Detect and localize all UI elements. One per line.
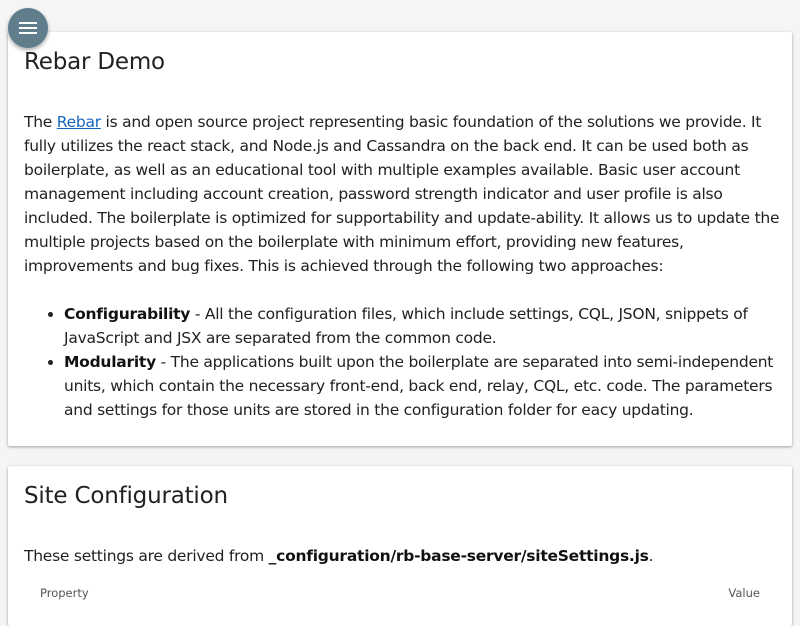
feature-item-modularity: Modularity - The applications built upon… [64, 350, 784, 422]
rebar-intro-paragraph: The Rebar is and open source project rep… [24, 110, 780, 278]
site-configuration-title: Site Configuration [24, 483, 228, 509]
feature-name: Configurability [64, 305, 191, 323]
features-list: Configurability - All the configuration … [24, 302, 784, 422]
derived-suffix: . [648, 547, 654, 565]
rebar-demo-card: Rebar Demo The Rebar is and open source … [8, 32, 792, 446]
settings-file-path: _configuration/rb-base-server/siteSettin… [268, 547, 649, 565]
feature-name: Modularity [64, 353, 156, 371]
feature-desc: - The applications built upon the boiler… [64, 353, 774, 419]
column-header-value[interactable]: Value [728, 586, 760, 600]
column-header-property[interactable]: Property [40, 586, 89, 600]
menu-icon [19, 22, 37, 34]
menu-button[interactable] [8, 8, 48, 48]
rebar-link[interactable]: Rebar [57, 113, 101, 131]
feature-item-configurability: Configurability - All the configuration … [64, 302, 784, 350]
site-configuration-card: Site Configuration These settings are de… [8, 466, 792, 626]
intro-rest: is and open source project representing … [24, 113, 780, 275]
derived-prefix: These settings are derived from [24, 547, 269, 565]
settings-source-text: These settings are derived from _configu… [24, 544, 780, 568]
intro-prefix: The [24, 113, 57, 131]
rebar-demo-title: Rebar Demo [24, 49, 165, 75]
